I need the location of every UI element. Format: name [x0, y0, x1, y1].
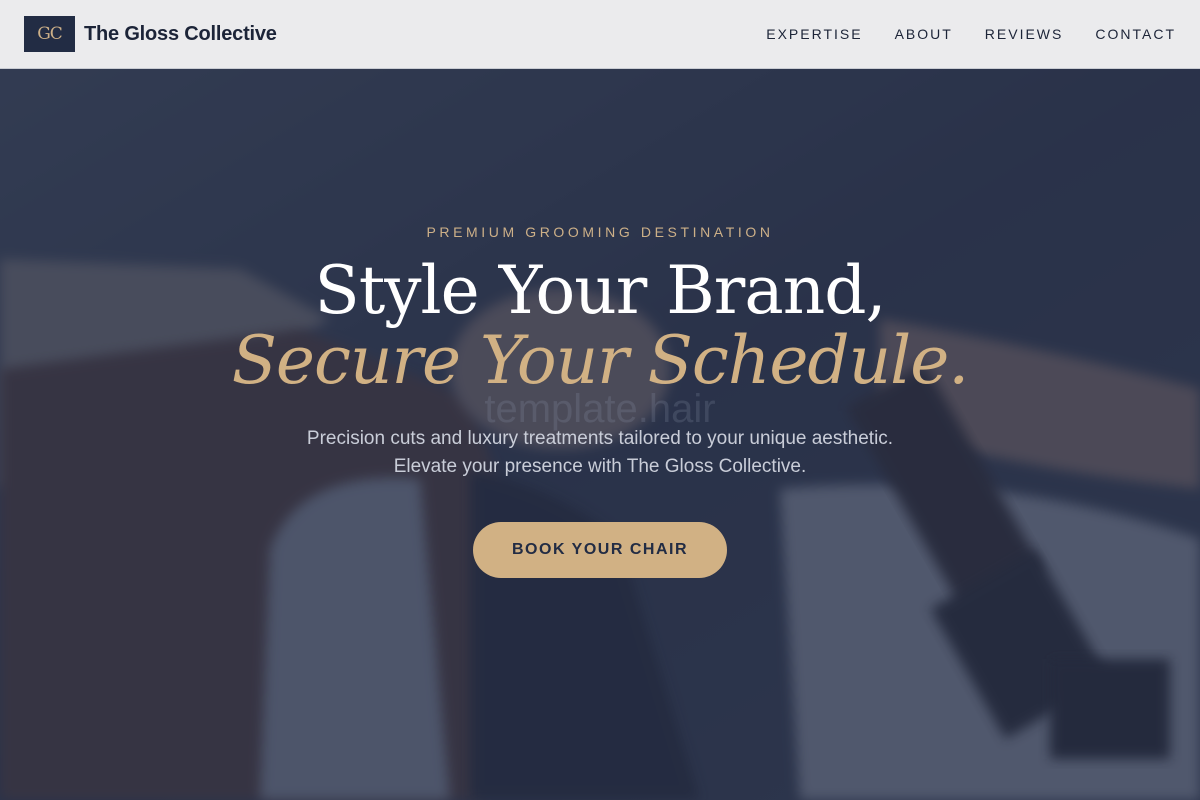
- nav-item-contact[interactable]: CONTACT: [1095, 26, 1176, 42]
- hero-headline-line2: Secure Your Schedule.: [231, 322, 970, 399]
- hero-section: template.hair PREMIUM GROOMING DESTINATI…: [0, 69, 1200, 800]
- nav-item-reviews[interactable]: REVIEWS: [985, 26, 1064, 42]
- brand[interactable]: GC The Gloss Collective: [24, 16, 277, 52]
- main-nav: EXPERTISE ABOUT REVIEWS CONTACT: [766, 26, 1176, 42]
- hero-subtext-line1: Precision cuts and luxury treatments tai…: [306, 428, 894, 449]
- hero-headline-line1: Style Your Brand,: [314, 252, 887, 329]
- book-your-chair-button[interactable]: BOOK YOUR CHAIR: [473, 522, 727, 578]
- nav-item-about[interactable]: ABOUT: [895, 26, 953, 42]
- hero-subtext-line2: Elevate your presence with The Gloss Col…: [393, 456, 807, 477]
- site-header: GC The Gloss Collective EXPERTISE ABOUT …: [0, 0, 1200, 69]
- nav-item-expertise[interactable]: EXPERTISE: [766, 26, 862, 42]
- brand-name[interactable]: The Gloss Collective: [84, 23, 277, 46]
- hero-eyebrow: PREMIUM GROOMING DESTINATION: [426, 224, 774, 240]
- logo-monogram[interactable]: GC: [24, 16, 75, 52]
